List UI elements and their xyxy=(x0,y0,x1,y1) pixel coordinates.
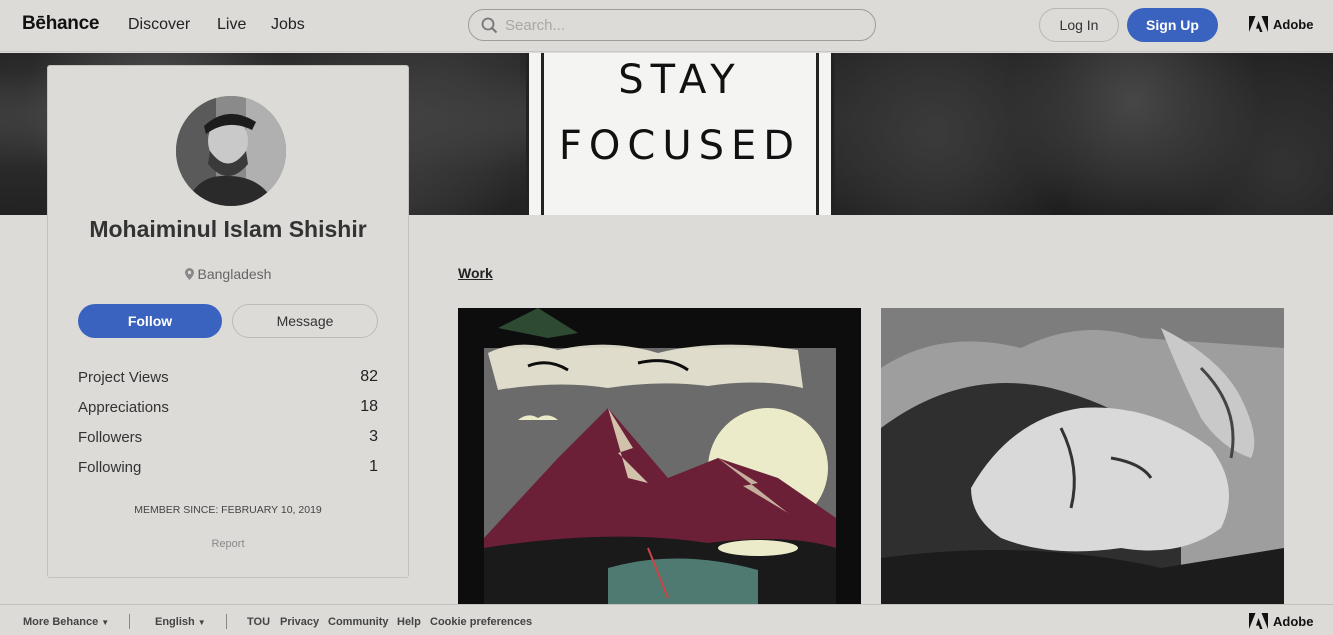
signup-button[interactable]: Sign Up xyxy=(1127,8,1218,42)
footer-link-help[interactable]: Help xyxy=(397,616,421,628)
adobe-link[interactable]: Adobe xyxy=(1249,16,1313,32)
location-pin-icon xyxy=(184,268,194,280)
nav-live[interactable]: Live xyxy=(217,16,246,34)
stat-followers[interactable]: Followers 3 xyxy=(78,422,378,452)
footer-divider xyxy=(129,614,130,629)
search-box[interactable] xyxy=(468,9,876,41)
footer-link-privacy[interactable]: Privacy xyxy=(280,616,319,628)
banner-texture-right xyxy=(835,53,1333,215)
stat-value[interactable]: 1 xyxy=(369,458,378,476)
adobe-icon xyxy=(1249,613,1268,629)
stay-focused-sign: STAY FOCUSED xyxy=(526,53,834,215)
adobe-icon xyxy=(1249,16,1268,32)
profile-stats: Project Views 82 Appreciations 18 Follow… xyxy=(78,362,378,482)
behance-logo[interactable]: Bēhance xyxy=(22,13,99,35)
follow-button[interactable]: Follow xyxy=(78,304,222,338)
footer-divider xyxy=(226,614,227,629)
footer-link-cookie-preferences[interactable]: Cookie preferences xyxy=(430,616,532,628)
footer-adobe-link[interactable]: Adobe xyxy=(1249,613,1313,629)
chevron-down-icon: ▼ xyxy=(101,618,110,627)
avatar-portrait xyxy=(176,96,286,206)
footer-link-tou[interactable]: TOU xyxy=(247,616,270,628)
stat-following[interactable]: Following 1 xyxy=(78,452,378,482)
footer-link-community[interactable]: Community xyxy=(328,616,389,628)
nav-discover[interactable]: Discover xyxy=(128,16,190,34)
nav-jobs[interactable]: Jobs xyxy=(271,16,305,34)
stat-value: 82 xyxy=(360,368,378,385)
adobe-label: Adobe xyxy=(1273,16,1314,32)
search-input[interactable] xyxy=(505,15,865,35)
stat-project-views: Project Views 82 xyxy=(78,362,378,392)
footer: More Behance ▼ English ▼ TOU Privacy Commu… xyxy=(0,604,1333,635)
stat-label: Appreciations xyxy=(78,398,169,416)
top-nav: Bēhance Discover Live Jobs Log In Sign U… xyxy=(0,0,1333,52)
profile-name: Mohaiminul Islam Shishir xyxy=(89,216,367,242)
project-thumbnail xyxy=(458,308,861,604)
stat-label: Project Views xyxy=(78,368,169,386)
footer-language-select[interactable]: English ▼ xyxy=(155,616,206,628)
avatar[interactable] xyxy=(176,96,286,206)
search-icon xyxy=(481,17,498,34)
project-thumbnail xyxy=(881,308,1284,604)
tab-work[interactable]: Work xyxy=(458,265,493,281)
login-button[interactable]: Log In xyxy=(1039,8,1119,42)
project-tile[interactable] xyxy=(458,308,861,604)
location-label: Bangladesh xyxy=(197,266,272,282)
project-tile[interactable] xyxy=(881,308,1284,604)
chevron-down-icon: ▼ xyxy=(197,618,206,627)
report-link[interactable]: Report xyxy=(48,538,408,550)
stat-value[interactable]: 3 xyxy=(369,428,378,446)
footer-more-behance[interactable]: More Behance ▼ xyxy=(23,616,109,628)
stat-label[interactable]: Followers xyxy=(78,429,142,446)
profile-card: Mohaiminul Islam Shishir Bangladesh Foll… xyxy=(47,65,409,578)
message-button[interactable]: Message xyxy=(232,304,378,338)
sign-line-2: FOCUSED xyxy=(558,123,802,169)
stat-label[interactable]: Following xyxy=(78,459,141,476)
stat-value: 18 xyxy=(360,398,378,415)
sign-line-1: STAY xyxy=(618,57,742,103)
footer-language-label: English xyxy=(155,616,195,628)
member-since: MEMBER SINCE: FEBRUARY 10, 2019 xyxy=(134,504,322,516)
footer-more-label: More Behance xyxy=(23,616,99,628)
footer-adobe-label: Adobe xyxy=(1273,613,1314,629)
profile-location: Bangladesh xyxy=(48,266,408,282)
stat-appreciations: Appreciations 18 xyxy=(78,392,378,422)
